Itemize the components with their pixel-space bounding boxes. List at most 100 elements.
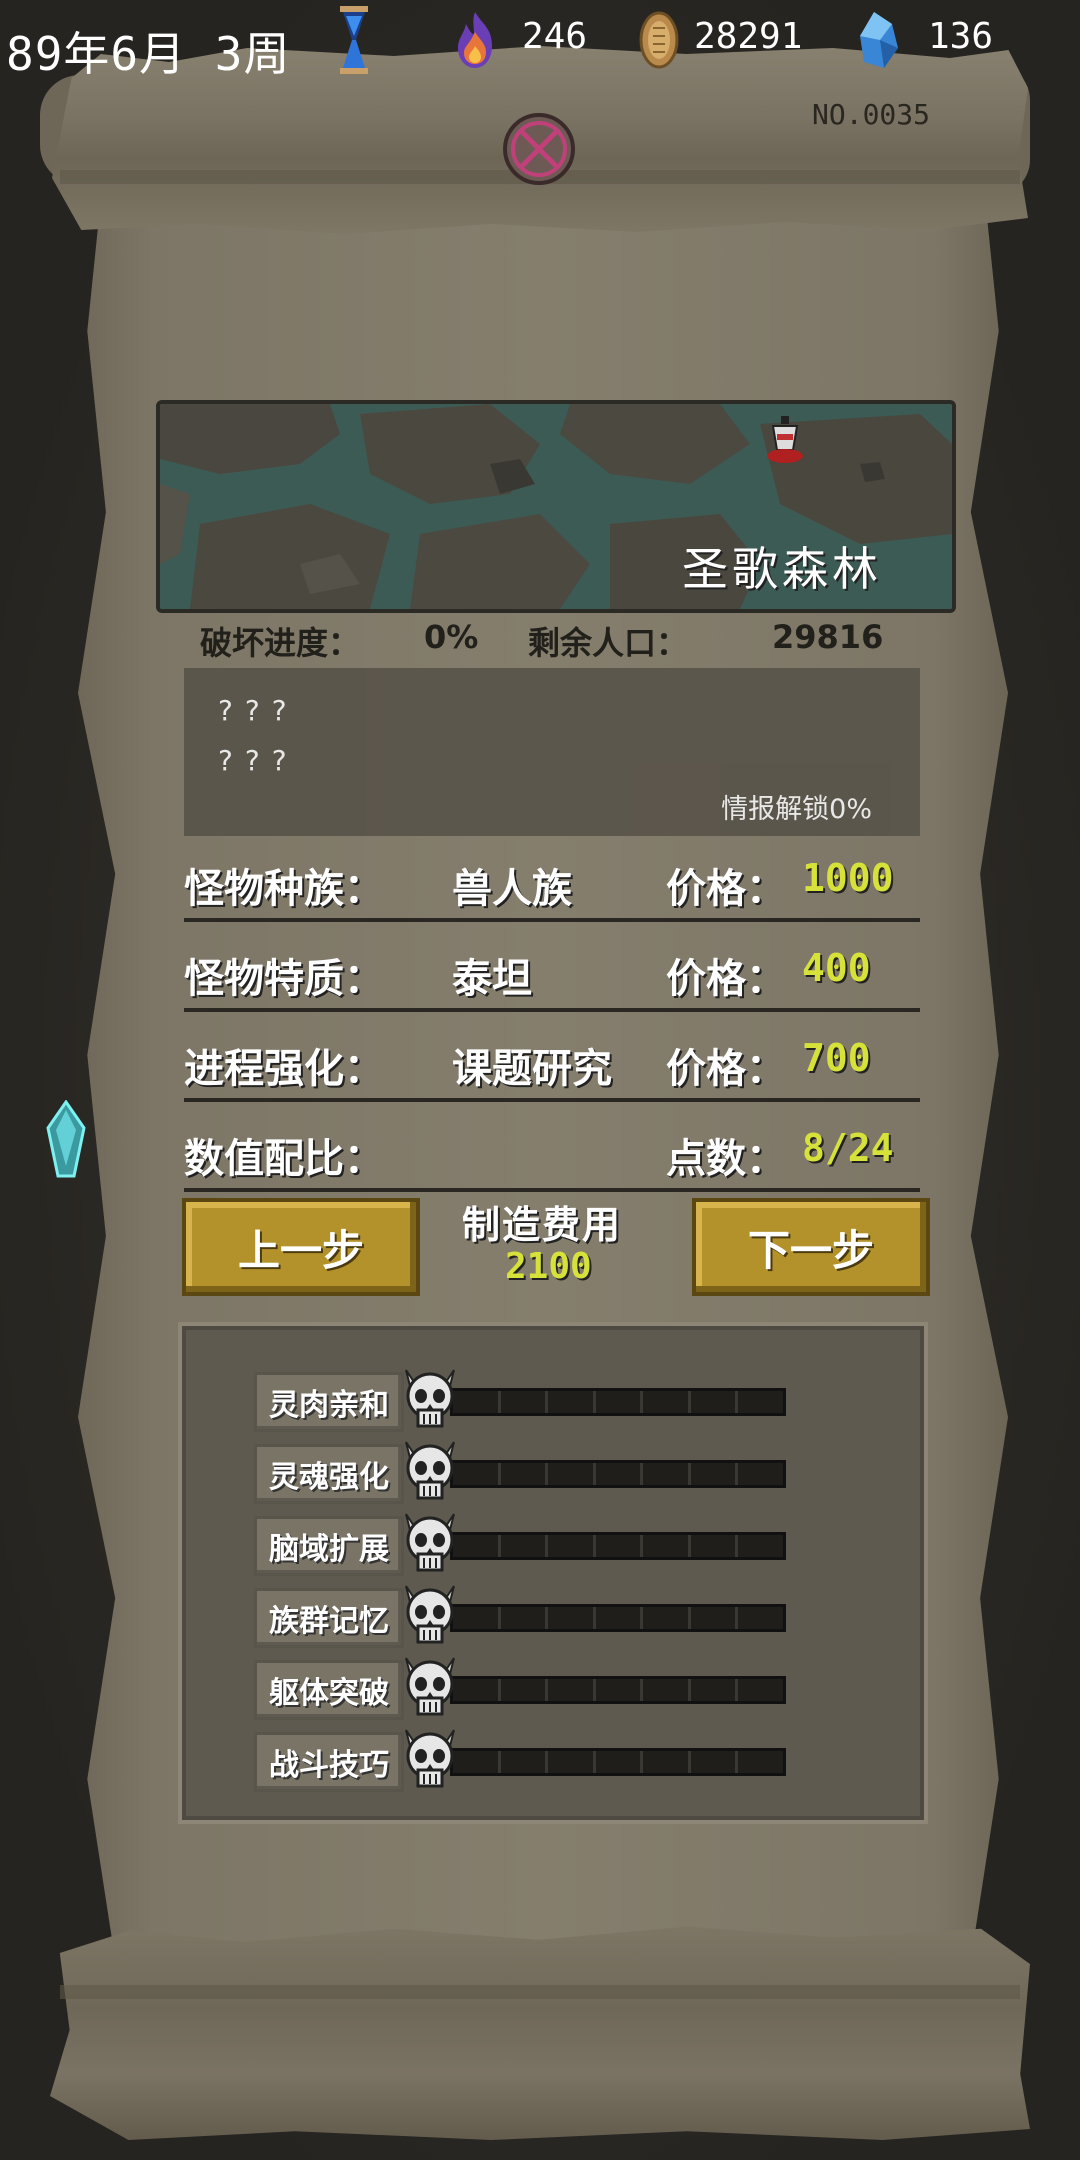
region-name: 圣歌森林 <box>682 542 882 596</box>
intel-line: ??? <box>218 694 299 727</box>
row-label: 进程强化： <box>184 1046 384 1092</box>
skull-icon <box>405 1657 455 1716</box>
price-label: 价格： <box>666 866 786 912</box>
level-segment <box>643 1679 691 1701</box>
level-segment <box>691 1391 739 1413</box>
level-segment <box>643 1751 691 1773</box>
crystal-icon <box>860 12 898 68</box>
points-value: 8/24 <box>802 1126 894 1170</box>
skull-icon <box>405 1513 455 1572</box>
row-monster-trait[interactable]: 怪物特质： 泰坦 价格： 400 <box>184 924 920 1012</box>
price-label: 价格： <box>666 956 786 1002</box>
price-value: 1000 <box>802 856 894 900</box>
level-segment <box>453 1751 501 1773</box>
next-step-button[interactable]: 下一步 <box>692 1198 930 1296</box>
level-segment <box>596 1679 644 1701</box>
row-value: 兽人族 <box>452 866 572 912</box>
level-segment <box>596 1391 644 1413</box>
intel-unlock-progress: 情报解锁0% <box>721 794 872 825</box>
scroll-number: NO.0035 <box>812 98 931 131</box>
region-map[interactable]: 圣歌森林 <box>156 400 956 613</box>
level-segment <box>453 1463 501 1485</box>
level-segment <box>501 1751 549 1773</box>
level-segment <box>691 1535 739 1557</box>
level-segment <box>501 1463 549 1485</box>
attribute-level-bar[interactable] <box>450 1388 786 1416</box>
attribute-label[interactable]: 灵魂强化 <box>254 1444 404 1504</box>
row-label: 数值配比： <box>184 1136 384 1182</box>
hourglass-icon <box>340 6 368 74</box>
intel-line: ??? <box>218 744 299 777</box>
crystal-count: 136 <box>928 16 994 57</box>
level-segment <box>453 1607 501 1629</box>
level-segment <box>548 1463 596 1485</box>
level-segment <box>548 1535 596 1557</box>
level-segment <box>643 1607 691 1629</box>
row-process-enhance[interactable]: 进程强化： 课题研究 价格： 700 <box>184 1014 920 1102</box>
level-segment <box>501 1679 549 1701</box>
level-segment <box>596 1535 644 1557</box>
cost-value: 2100 <box>505 1246 592 1287</box>
game-date: 89年6月 3周 <box>6 27 291 81</box>
population-value: 29816 <box>772 618 884 656</box>
level-segment <box>453 1391 501 1413</box>
intel-panel: ??? ??? 情报解锁0% <box>184 668 920 836</box>
level-segment <box>691 1751 739 1773</box>
level-segment <box>643 1535 691 1557</box>
attribute-label[interactable]: 脑域扩展 <box>254 1516 404 1576</box>
destroy-progress-value: 0% <box>424 618 479 656</box>
skull-icon <box>405 1585 455 1644</box>
level-segment <box>643 1391 691 1413</box>
attribute-level-bar[interactable] <box>450 1748 786 1776</box>
level-segment <box>691 1463 739 1485</box>
attribute-panel: 灵肉亲和灵魂强化脑域扩展族群记忆躯体突破战斗技巧 <box>178 1322 928 1824</box>
row-label: 怪物种族： <box>184 866 384 912</box>
price-value: 700 <box>802 1036 871 1080</box>
points-label: 点数： <box>666 1136 786 1182</box>
level-segment <box>738 1751 783 1773</box>
skull-icon <box>405 1369 455 1428</box>
attribute-label[interactable]: 灵肉亲和 <box>254 1372 404 1432</box>
price-value: 400 <box>802 946 871 990</box>
row-monster-race[interactable]: 怪物种族： 兽人族 价格： 1000 <box>184 834 920 922</box>
price-label: 价格： <box>666 1046 786 1092</box>
level-segment <box>501 1535 549 1557</box>
skull-icon <box>405 1729 455 1788</box>
attribute-label[interactable]: 战斗技巧 <box>254 1732 404 1792</box>
attribute-level-bar[interactable] <box>450 1532 786 1560</box>
flame-icon <box>458 12 492 68</box>
level-segment <box>596 1463 644 1485</box>
level-segment <box>738 1535 783 1557</box>
attribute-level-bar[interactable] <box>450 1460 786 1488</box>
level-segment <box>548 1751 596 1773</box>
level-segment <box>738 1607 783 1629</box>
flame-count: 246 <box>522 16 588 57</box>
crossed-circle-emblem-icon <box>503 113 575 185</box>
cost-title: 制造费用 <box>462 1203 623 1247</box>
level-segment <box>691 1607 739 1629</box>
level-segment <box>643 1463 691 1485</box>
row-value: 泰坦 <box>452 956 532 1002</box>
prev-step-button[interactable]: 上一步 <box>182 1198 420 1296</box>
destroy-progress-label: 破坏进度： <box>200 624 361 662</box>
scroll-bottom-roll <box>50 1926 1030 2140</box>
coin-icon <box>639 11 679 69</box>
skull-icon <box>405 1441 455 1500</box>
level-segment <box>738 1463 783 1485</box>
level-segment <box>738 1679 783 1701</box>
row-value: 课题研究 <box>452 1046 612 1092</box>
level-segment <box>596 1751 644 1773</box>
level-segment <box>738 1391 783 1413</box>
level-segment <box>453 1679 501 1701</box>
coin-count: 28291 <box>694 16 803 57</box>
attribute-label[interactable]: 躯体突破 <box>254 1660 404 1720</box>
level-segment <box>501 1391 549 1413</box>
row-stat-allocation: 数值配比： 点数： 8/24 <box>184 1104 920 1192</box>
top-bar: 89年6月 3周 246 28291 136 <box>0 0 1080 81</box>
population-label: 剩余人口： <box>528 624 689 662</box>
attribute-label[interactable]: 族群记忆 <box>254 1588 404 1648</box>
attribute-level-bar[interactable] <box>450 1604 786 1632</box>
side-crystal-icon[interactable] <box>44 1100 88 1178</box>
level-segment <box>548 1679 596 1701</box>
attribute-level-bar[interactable] <box>450 1676 786 1704</box>
